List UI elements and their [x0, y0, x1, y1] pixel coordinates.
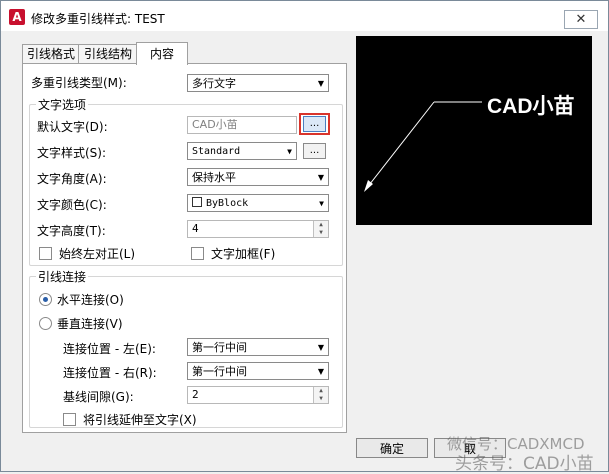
- attach-right-value: 第一行中间: [192, 365, 247, 378]
- extend-leader-checkbox[interactable]: [63, 413, 76, 426]
- attach-left-value: 第一行中间: [192, 341, 247, 354]
- default-text-label: 默认文字(D):: [37, 120, 108, 134]
- landing-gap-spinner[interactable]: ▲ ▼: [313, 387, 328, 403]
- landing-gap-field[interactable]: 2 ▲ ▼: [187, 386, 329, 404]
- text-angle-value: 保持水平: [192, 171, 236, 184]
- spin-down-icon[interactable]: ▼: [314, 229, 328, 237]
- attach-right-select[interactable]: 第一行中间 ▼: [187, 362, 329, 380]
- tab-leader-format[interactable]: 引线格式: [22, 44, 80, 64]
- preview-canvas: CAD小苗: [356, 36, 592, 225]
- attach-right-label: 连接位置 - 右(R):: [63, 366, 157, 380]
- text-style-label: 文字样式(S):: [37, 146, 107, 160]
- title-bar: A 修改多重引线样式: TEST ✕: [1, 1, 608, 31]
- text-style-select[interactable]: Standard ▼: [187, 142, 297, 160]
- autocad-app-icon: A: [9, 9, 25, 25]
- chevron-down-icon: ▼: [317, 367, 324, 376]
- extend-leader-label: 将引线延伸至文字(X): [83, 413, 197, 427]
- chevron-down-icon: ▼: [287, 147, 292, 156]
- text-angle-label: 文字角度(A):: [37, 172, 107, 186]
- chevron-down-icon: ▼: [317, 343, 324, 352]
- leader-type-label: 多重引线类型(M):: [31, 76, 127, 90]
- always-left-label: 始终左对正(L): [59, 247, 136, 261]
- text-height-field[interactable]: 4 ▲ ▼: [187, 220, 329, 238]
- landing-gap-value: 2: [192, 388, 199, 401]
- text-angle-select[interactable]: 保持水平 ▼: [187, 168, 329, 186]
- watermark-toutiao: 头条号：CAD小苗: [455, 454, 594, 474]
- spin-down-icon[interactable]: ▼: [314, 395, 328, 403]
- text-color-label: 文字颜色(C):: [37, 198, 107, 212]
- default-text-field[interactable]: CAD小苗: [187, 116, 297, 134]
- color-swatch-icon: [192, 197, 202, 207]
- spin-up-icon[interactable]: ▲: [314, 221, 328, 229]
- chevron-down-icon: ▼: [317, 79, 324, 88]
- spin-up-icon[interactable]: ▲: [314, 387, 328, 395]
- text-height-value: 4: [192, 222, 199, 235]
- leader-type-select[interactable]: 多行文字 ▼: [187, 74, 329, 92]
- chevron-down-icon: ▼: [317, 173, 324, 182]
- text-frame-label: 文字加框(F): [211, 247, 276, 261]
- text-height-spinner[interactable]: ▲ ▼: [313, 221, 328, 237]
- dialog-window: A 修改多重引线样式: TEST ✕ 引线格式 引线结构 内容 多重引线类型(M…: [0, 0, 609, 474]
- leader-line: [365, 101, 435, 190]
- close-button[interactable]: ✕: [564, 10, 598, 29]
- preview-drawing: CAD小苗: [364, 94, 575, 192]
- leader-connection-title: 引线连接: [36, 268, 89, 285]
- ok-button[interactable]: 确定: [356, 438, 428, 458]
- vertical-connection-radio[interactable]: [39, 317, 52, 330]
- window-title: 修改多重引线样式: TEST: [31, 12, 165, 26]
- tab-content[interactable]: 内容: [136, 42, 188, 65]
- text-frame-checkbox[interactable]: [191, 247, 204, 260]
- horizontal-connection-radio[interactable]: [39, 293, 52, 306]
- preview-text: CAD小苗: [487, 94, 575, 118]
- vertical-connection-label: 垂直连接(V): [57, 317, 123, 331]
- text-style-value: Standard: [192, 146, 241, 157]
- chevron-down-icon: ▼: [319, 199, 324, 208]
- always-left-checkbox[interactable]: [39, 247, 52, 260]
- text-color-value: ByBlock: [206, 198, 249, 209]
- attach-left-label: 连接位置 - 左(E):: [63, 342, 156, 356]
- tab-leader-structure[interactable]: 引线结构: [78, 44, 138, 64]
- text-style-browse-button[interactable]: ...: [303, 143, 326, 159]
- text-color-select[interactable]: ByBlock ▼: [187, 194, 329, 212]
- attach-left-select[interactable]: 第一行中间 ▼: [187, 338, 329, 356]
- text-height-label: 文字高度(T):: [37, 224, 106, 238]
- content-panel: 多重引线类型(M): 多行文字 ▼ 文字选项 默认文字(D): CAD小苗 ..…: [22, 63, 347, 433]
- horizontal-connection-label: 水平连接(O): [57, 293, 124, 307]
- leader-type-value: 多行文字: [192, 77, 236, 90]
- default-text-browse-button[interactable]: ...: [303, 116, 326, 132]
- landing-gap-label: 基线间隙(G):: [63, 390, 134, 404]
- text-options-title: 文字选项: [36, 96, 89, 113]
